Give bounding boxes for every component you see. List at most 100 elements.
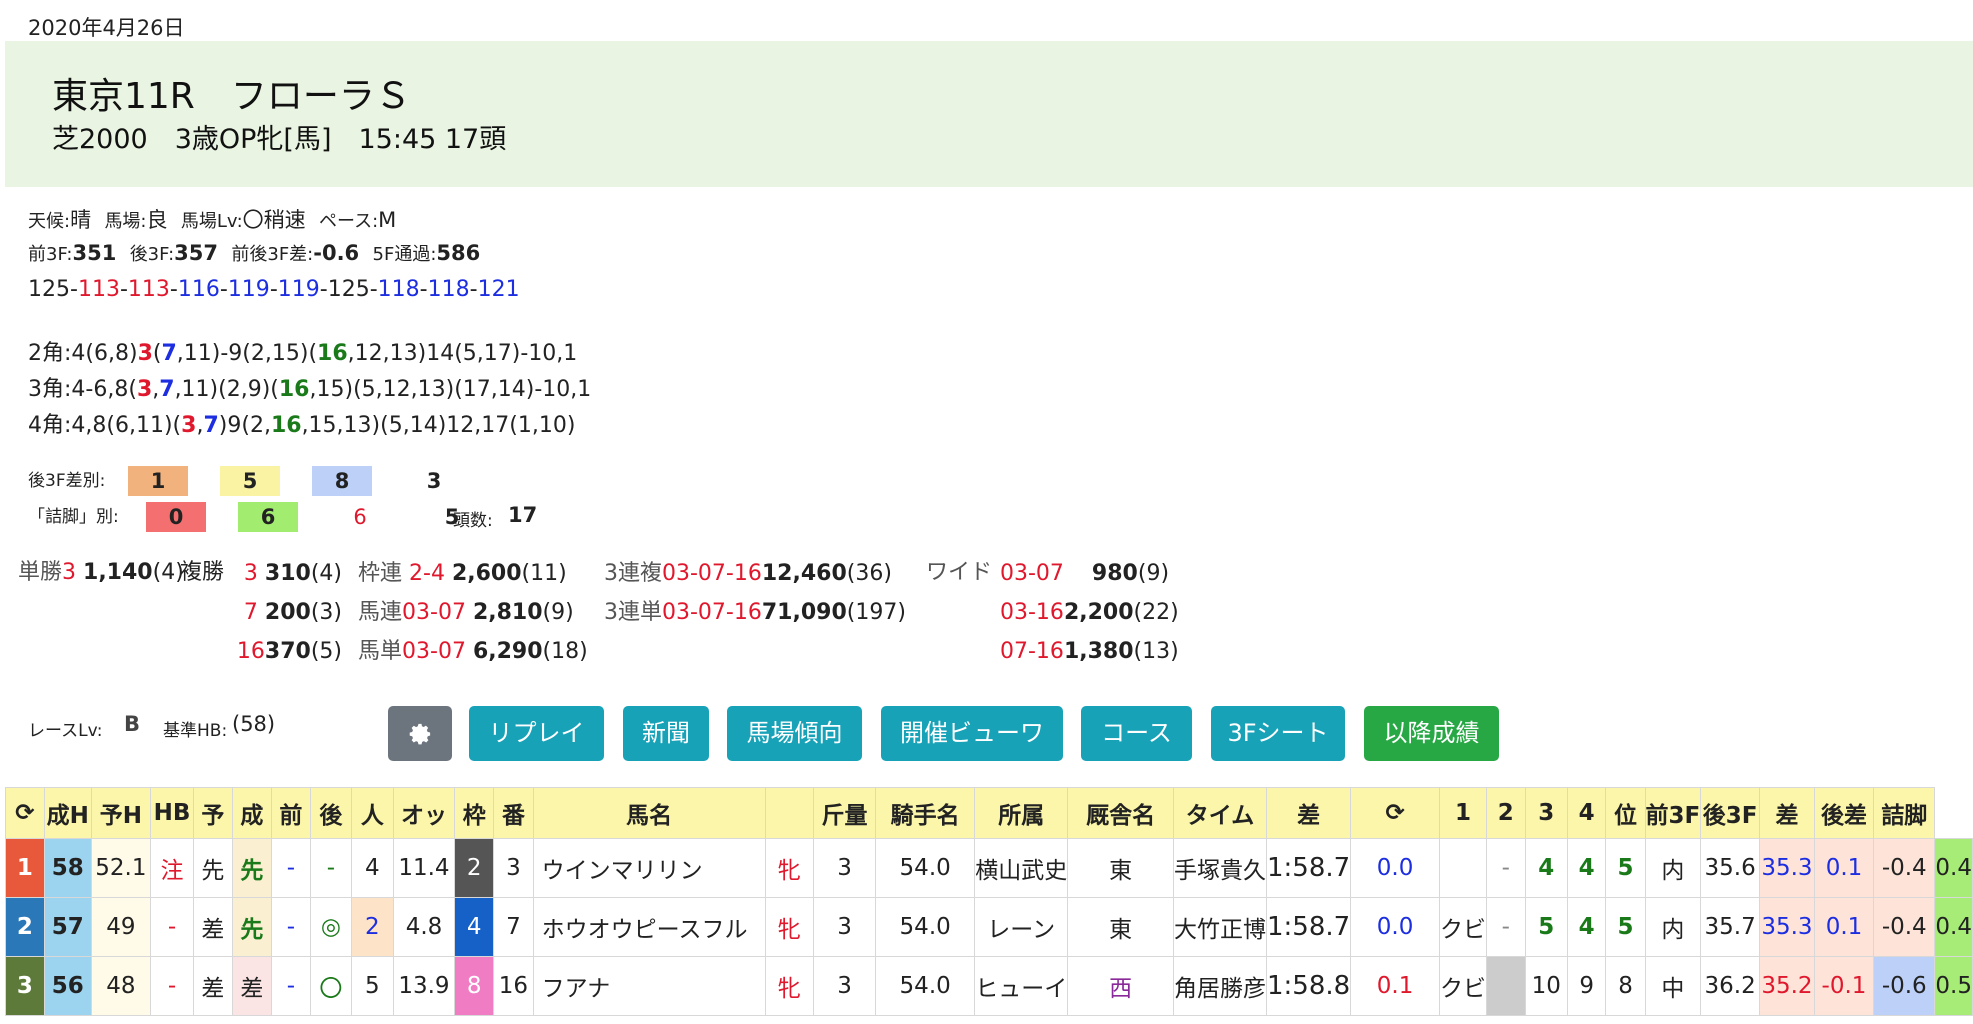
column-header: 枠	[454, 787, 495, 839]
lap-value: 119	[277, 277, 320, 302]
corner2-cell: 5	[1524, 897, 1568, 957]
heads-label: 頭数:	[453, 511, 493, 531]
corner4-cell: 8	[1605, 956, 1646, 1016]
corner-part: 7	[161, 341, 177, 366]
horse-name-cell[interactable]: ウインマリリン	[532, 838, 766, 898]
margin-cell: 0.0	[1350, 897, 1440, 957]
rank-chip: 5	[220, 466, 280, 496]
column-header: 詰脚	[1873, 787, 1936, 839]
corner-part: 4,8(6,11)(	[71, 413, 182, 438]
base-hb-label: 基準HB:	[163, 721, 228, 741]
waku-cell: 4	[454, 897, 495, 957]
popularity-cell: 5	[350, 956, 394, 1016]
sex-cell: 牝	[764, 897, 815, 957]
column-header: 1	[1438, 787, 1487, 839]
horse-number-cell: 3	[493, 838, 534, 898]
diff-cell: 0.1	[1813, 897, 1875, 957]
last3f-rank-label: 後3F差別:	[28, 471, 106, 491]
corner-part: ,11)-9(2,15)(	[176, 341, 318, 366]
waku-cell: 2	[454, 838, 495, 898]
trainer-cell: 手塚貴久	[1172, 838, 1267, 898]
column-header: オッ	[392, 787, 456, 839]
pace: M	[378, 208, 397, 232]
yo-cell: 差	[192, 956, 233, 1016]
tsume-cell: 0.4	[1934, 838, 1973, 898]
popularity-cell: 2	[350, 897, 394, 957]
affiliation-cell: 東	[1067, 897, 1174, 957]
payout-wide-label: ワイド	[926, 560, 993, 585]
memo-cell: クビ	[1438, 897, 1487, 957]
trainer-cell: 大竹正博	[1172, 897, 1267, 957]
corner2-cell: 10	[1524, 956, 1568, 1016]
later-results-button[interactable]: 以降成績	[1364, 706, 1499, 761]
column-header: タイム	[1172, 787, 1267, 839]
horse-name-cell[interactable]: フアナ	[532, 956, 766, 1016]
race-header: 東京11R フローラＳ 芝2000 3歳OP牝[馬] 15:45 17頭	[5, 41, 1973, 187]
corner-part: 16	[278, 377, 310, 402]
sei-h-cell: 58	[43, 838, 92, 898]
heads-count: 17	[508, 503, 538, 527]
corner-part: 4(6,8)	[71, 341, 138, 366]
race-date: 2020年4月26日	[28, 16, 185, 40]
rank-cell: 2	[5, 897, 45, 957]
memo-cell: クビ	[1438, 956, 1487, 1016]
lap-value: 125	[327, 277, 370, 302]
jockey-cell: レーン	[974, 897, 1069, 957]
diff-cell: -0.1	[1813, 956, 1875, 1016]
first-3f: 351	[72, 241, 117, 265]
last-3f: 357	[174, 241, 219, 265]
mae-cell: -	[270, 956, 311, 1016]
last-diff-cell: -0.4	[1873, 897, 1936, 957]
column-header: HB	[150, 787, 194, 839]
sex-cell: 牝	[764, 956, 815, 1016]
column-header: 番	[493, 787, 534, 839]
track-trend-button[interactable]: 馬場傾向	[727, 706, 862, 761]
refresh-icon[interactable]: ⟳	[5, 787, 45, 839]
course-button[interactable]: コース	[1081, 706, 1192, 761]
lap-separator: -	[269, 277, 278, 302]
payout-fukusho-label: 複勝	[180, 560, 225, 585]
results-table: ⟳ 成H 予H HB 予成前後人オッ枠番馬名 斤量 騎手名 所属 厩舎名 タイム差 ⟳ 1 2 3 4 位前3…	[5, 787, 1973, 1016]
newspaper-button[interactable]: 新聞	[623, 706, 709, 761]
corner-label: 3角:	[28, 377, 72, 402]
lap-value: 118	[377, 277, 420, 302]
jockey-cell: ヒューイ	[974, 956, 1069, 1016]
tsume-cell: 0.4	[1934, 897, 1973, 957]
table-row: 2 57 49- 差先 - ◎ 2 4.8 4 7 ホウオウピースフル牝 3 54.0 レーン東大竹正博 1…	[5, 897, 1973, 957]
lap-separator: -	[419, 277, 428, 302]
rank-chip: 6	[353, 505, 367, 529]
corner1-cell: -	[1485, 897, 1526, 957]
column-header: 後差	[1813, 787, 1875, 839]
corner-part: 16	[317, 341, 348, 366]
yo-cell: 差	[192, 897, 233, 957]
waku-cell: 8	[454, 956, 495, 1016]
3f-sheet-button[interactable]: 3Fシート	[1211, 706, 1345, 761]
3f-diff: -0.6	[313, 241, 360, 265]
corner2-cell: 4	[1524, 838, 1568, 898]
table-row: 1 58 52.1 注先先 - -4 11.4 2 3 ウインマリリン牝 3 54.0 横山武史東手塚貴…	[5, 838, 1973, 898]
time-cell: 1:58.7	[1265, 897, 1352, 957]
replay-button[interactable]: リプレイ	[469, 706, 604, 761]
corner-line: 4角:4,8(6,11)(3,7)9(2,16,15,13)(5,14)12,1…	[28, 408, 591, 444]
lap-value: 113	[127, 277, 170, 302]
lap-separator: -	[369, 277, 378, 302]
meeting-viewer-button[interactable]: 開催ビューワ	[881, 706, 1063, 761]
memo-cell	[1438, 838, 1487, 898]
ato-cell: 〇	[309, 956, 352, 1016]
race-conditions: 天候:晴 馬場:良 馬場Lv:〇稍速 ペース:M	[28, 208, 397, 232]
rank-cell: 1	[5, 838, 45, 898]
corner-part: ,12,13)14(5,17)-10,1	[347, 341, 578, 366]
payout-sanren: 3連複03-07-1612,460(36) 3連単03-07-1671,090(…	[604, 561, 906, 625]
corner-label: 4角:	[28, 413, 72, 438]
last3f-cell: 35.3	[1759, 838, 1815, 898]
mae-cell: -	[270, 838, 311, 898]
refresh-icon[interactable]: ⟳	[1350, 787, 1440, 839]
horse-name-cell[interactable]: ホウオウピースフル	[532, 897, 766, 957]
lap-value: 118	[427, 277, 470, 302]
mae-cell: -	[270, 897, 311, 957]
settings-button[interactable]	[388, 706, 452, 761]
lap-value: 113	[77, 277, 120, 302]
position-cell: 内	[1644, 838, 1702, 898]
table-row: 3 56 48- 差差 - 〇 5 13.9 8 16 フアナ牝 3 54.0 ヒューイ西角居勝彦 1:58…	[5, 956, 1973, 1016]
margin-cell: 0.0	[1350, 838, 1440, 898]
